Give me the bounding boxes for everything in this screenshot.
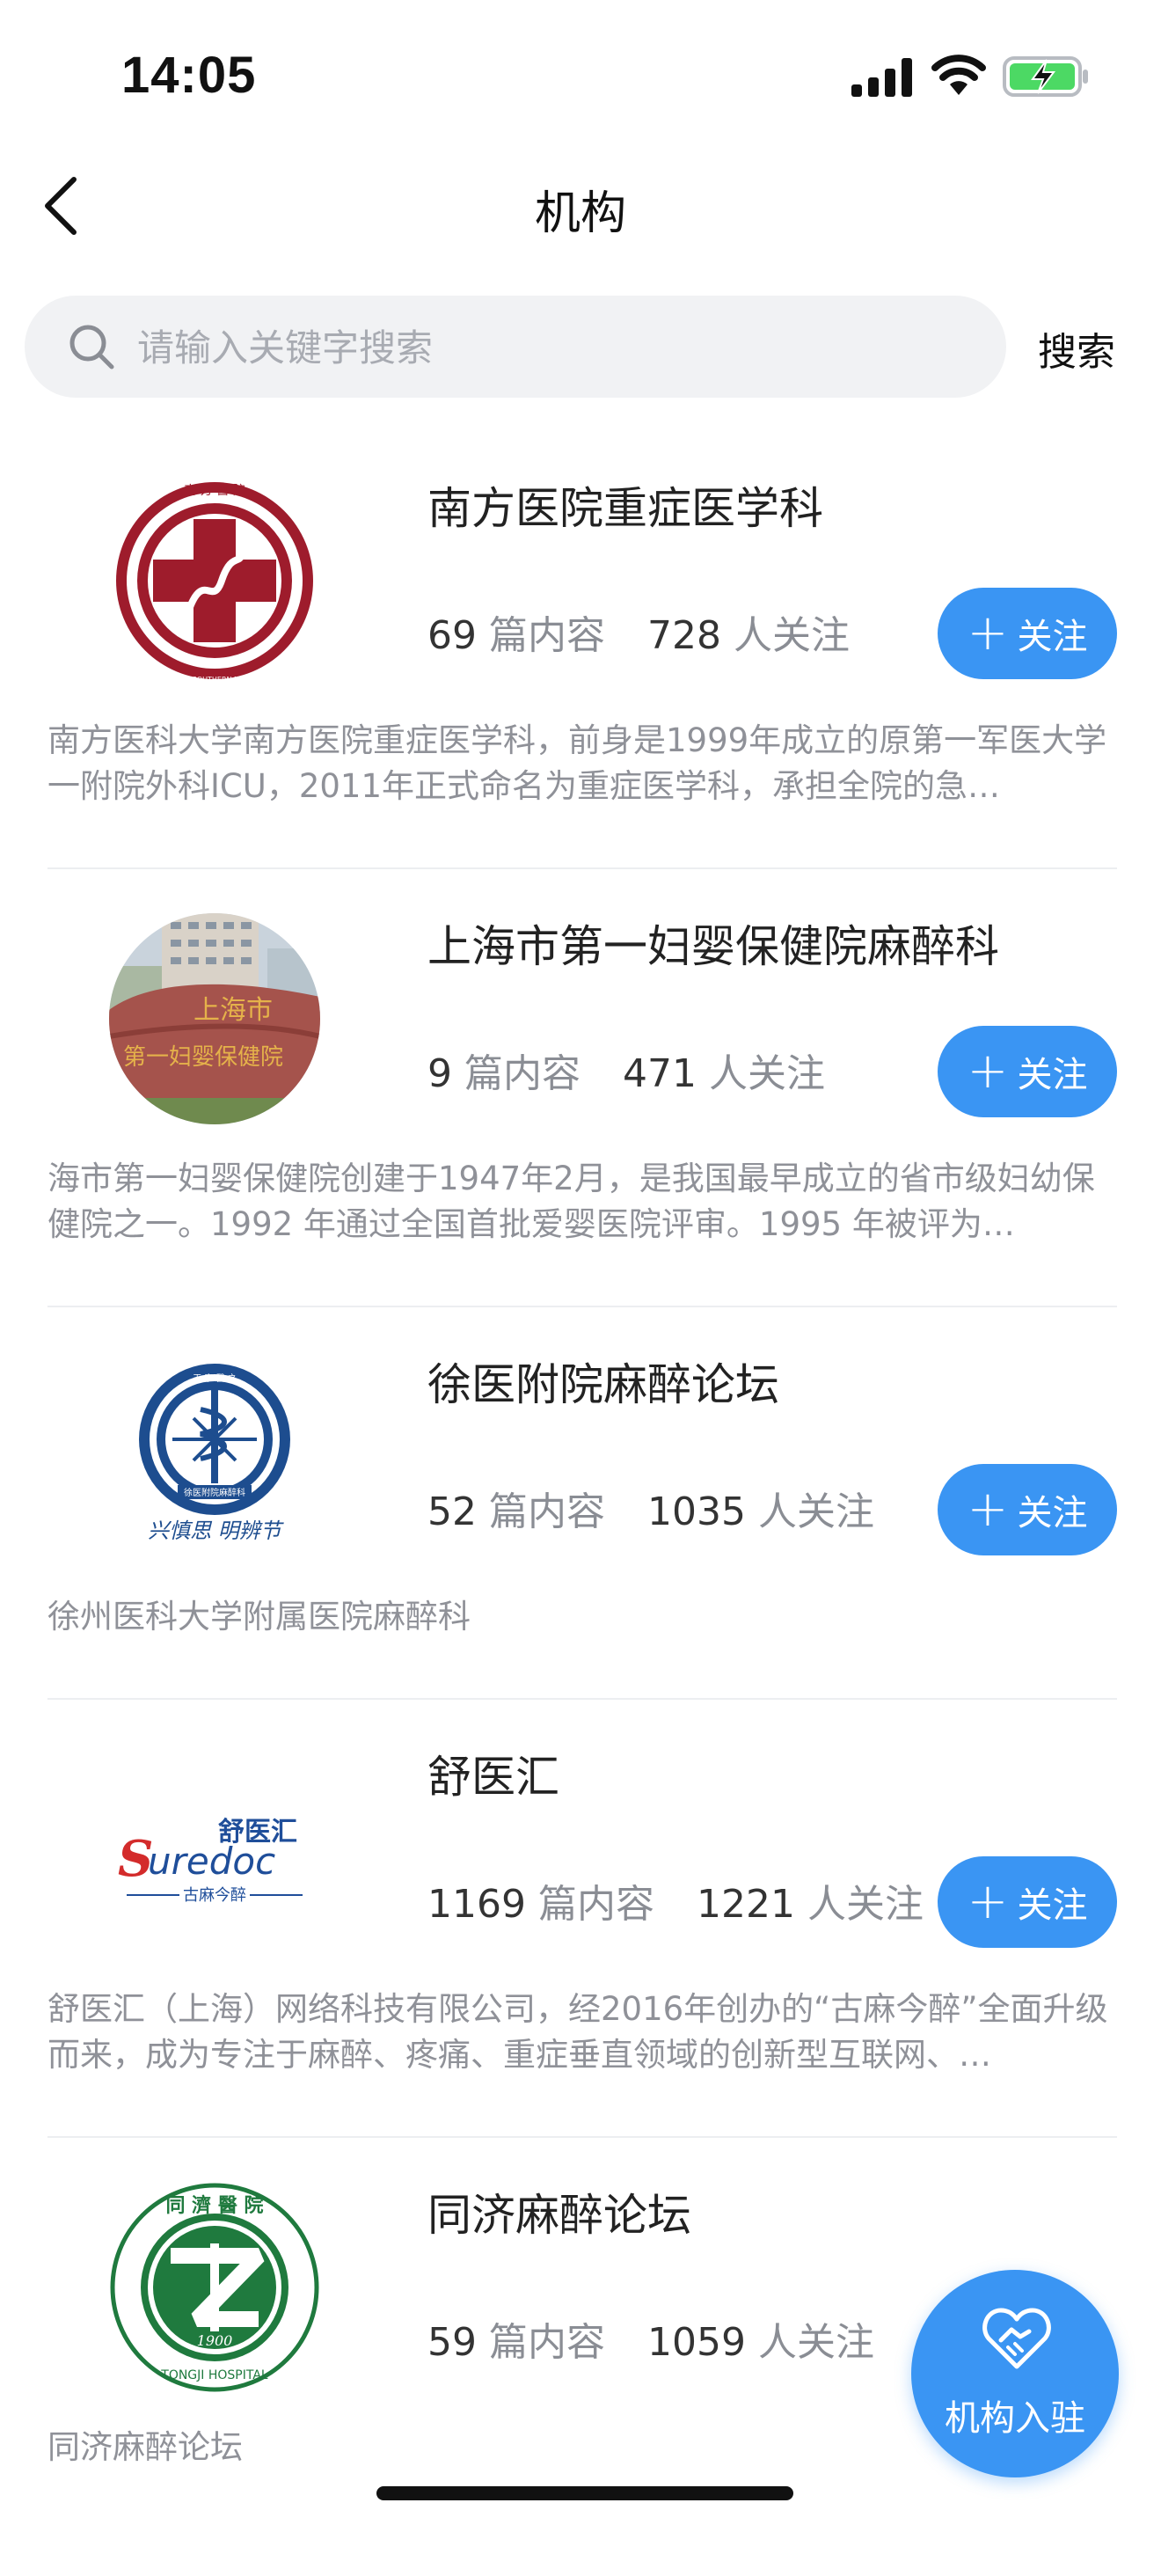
home-indicator bbox=[376, 2486, 793, 2500]
institution-name: 上海市第一妇婴保健院麻醉科 bbox=[427, 921, 999, 972]
followers-unit: 人关注 bbox=[708, 1051, 825, 1096]
followers-count: 1035 bbox=[647, 1489, 746, 1534]
institution-name: 同济麻醉论坛 bbox=[427, 2190, 691, 2241]
institution-item[interactable]: 上海市 第一妇婴保健院 上海市第一妇婴保健院麻醉科 9 篇内容 471 人关注 + 关注… bbox=[0, 869, 1161, 1307]
search-icon bbox=[69, 325, 114, 370]
svg-text:uredoc: uredoc bbox=[148, 1840, 275, 1883]
svg-text:兴慎思 明辨节: 兴慎思 明辨节 bbox=[148, 1519, 285, 1543]
follow-button[interactable]: + 关注 bbox=[938, 1026, 1117, 1117]
institution-description: 舒医汇（上海）网络科技有限公司，经2016年创办的“古麻今醉”全面升级而来，成为… bbox=[47, 1990, 1108, 2074]
institution-stats: 1169 篇内容 1221 人关注 bbox=[427, 1872, 924, 1928]
posts-unit: 篇内容 bbox=[489, 613, 605, 658]
institution-logo: 1900 同 濟 醫 院 TONGJI HOSPITAL bbox=[109, 2182, 320, 2393]
posts-unit: 篇内容 bbox=[489, 1489, 605, 1534]
plus-icon: + bbox=[967, 1481, 1009, 1538]
institution-description: 徐州医科大学附属医院麻醉科 bbox=[47, 1598, 471, 1636]
svg-text:TONGJI HOSPITAL: TONGJI HOSPITAL bbox=[160, 2368, 268, 2382]
tongji-hospital-logo: 1900 同 濟 醫 院 TONGJI HOSPITAL bbox=[110, 2183, 319, 2392]
svg-text:古麻今醉: 古麻今醉 bbox=[183, 1886, 246, 1905]
followers-unit: 人关注 bbox=[757, 1489, 874, 1534]
institution-stats: 52 篇内容 1035 人关注 bbox=[427, 1480, 874, 1536]
red-cross-hospital-logo: 南 方 醫 院 NANFANG HOSPITAL SOUTHERN MEDICA… bbox=[116, 482, 313, 684]
plus-icon: + bbox=[967, 604, 1009, 662]
institution-logo: 舒医汇 S uredoc 古麻今醉 bbox=[109, 1744, 320, 1955]
institution-description: 南方医科大学南方医院重症医学科，前身是1999年成立的原第一军医大学一附院外科I… bbox=[47, 721, 1107, 805]
posts-count: 52 bbox=[427, 1489, 477, 1534]
followers-count: 1059 bbox=[647, 2320, 746, 2365]
posts-count: 9 bbox=[427, 1051, 452, 1096]
follow-label: 关注 bbox=[1017, 1055, 1088, 1095]
follow-button[interactable]: + 关注 bbox=[938, 1856, 1117, 1948]
medical-emblem-logo: 王 字 醫 之 徐医附院麻醉科 兴慎思 明辨节 bbox=[109, 1351, 320, 1562]
posts-unit: 篇内容 bbox=[489, 2320, 605, 2365]
svg-text:1900: 1900 bbox=[197, 2332, 233, 2349]
institution-item[interactable]: 王 字 醫 之 徐医附院麻醉科 兴慎思 明辨节 徐医附院麻醉论坛 52 篇内容 10… bbox=[0, 1307, 1161, 1700]
institution-stats: 69 篇内容 728 人关注 bbox=[427, 604, 850, 660]
posts-unit: 篇内容 bbox=[537, 1882, 654, 1927]
followers-unit: 人关注 bbox=[733, 613, 850, 658]
posts-count: 69 bbox=[427, 613, 477, 658]
cellular-signal-icon bbox=[851, 58, 912, 97]
join-institution-button[interactable]: 机构入驻 bbox=[911, 2270, 1119, 2477]
battery-charging-icon bbox=[1003, 56, 1088, 97]
page-title: 机构 bbox=[534, 187, 626, 240]
posts-count: 59 bbox=[427, 2320, 477, 2365]
followers-unit: 人关注 bbox=[757, 2320, 874, 2365]
institution-item[interactable]: 舒医汇 S uredoc 古麻今醉 舒医汇 1169 篇内容 1221 人关注 + 关注… bbox=[0, 1700, 1161, 2138]
search-button[interactable]: 搜索 bbox=[1038, 320, 1115, 377]
plus-icon: + bbox=[967, 1873, 1009, 1930]
institution-logo: 南 方 醫 院 NANFANG HOSPITAL SOUTHERN MEDICA… bbox=[109, 475, 320, 686]
institution-item[interactable]: 南 方 醫 院 NANFANG HOSPITAL SOUTHERN MEDICA… bbox=[0, 431, 1161, 869]
institution-stats: 59 篇内容 1059 人关注 bbox=[427, 2310, 874, 2367]
hospital-stone-photo: 上海市 第一妇婴保健院 bbox=[109, 913, 320, 1124]
follow-label: 关注 bbox=[1017, 1493, 1088, 1533]
search-bar[interactable] bbox=[25, 296, 1006, 398]
followers-count: 471 bbox=[623, 1051, 697, 1096]
institution-logo: 王 字 醫 之 徐医附院麻醉科 兴慎思 明辨节 bbox=[109, 1351, 320, 1562]
follow-button[interactable]: + 关注 bbox=[938, 1464, 1117, 1555]
institution-list: 南 方 醫 院 NANFANG HOSPITAL SOUTHERN MEDICA… bbox=[0, 431, 1161, 2576]
follow-label: 关注 bbox=[1017, 1885, 1088, 1926]
institution-name: 徐医附院麻醉论坛 bbox=[427, 1359, 779, 1410]
svg-text:上海市: 上海市 bbox=[194, 995, 273, 1026]
posts-unit: 篇内容 bbox=[464, 1051, 580, 1096]
search-input[interactable] bbox=[135, 315, 966, 380]
followers-unit: 人关注 bbox=[807, 1882, 924, 1927]
followers-count: 1221 bbox=[696, 1882, 795, 1927]
svg-text:王 字 醫 之: 王 字 醫 之 bbox=[193, 1372, 237, 1384]
follow-label: 关注 bbox=[1017, 617, 1088, 657]
svg-text:徐医附院麻醉科: 徐医附院麻醉科 bbox=[184, 1487, 245, 1498]
svg-text:NANFANG HOSPITAL SOUTHERN MEDI: NANFANG HOSPITAL SOUTHERN MEDICAL UNIVER… bbox=[120, 676, 310, 684]
nav-bar: 机构 bbox=[0, 150, 1161, 264]
institution-name: 南方医院重症医学科 bbox=[427, 483, 823, 534]
plus-icon: + bbox=[967, 1043, 1009, 1100]
join-institution-label: 机构入驻 bbox=[945, 2398, 1085, 2439]
follow-button[interactable]: + 关注 bbox=[938, 588, 1117, 679]
svg-text:南 方 醫 院: 南 方 醫 院 bbox=[184, 484, 245, 498]
status-bar: 14:05 bbox=[0, 0, 1161, 141]
handshake-heart-icon bbox=[982, 2308, 1051, 2369]
status-time: 14:05 bbox=[121, 47, 257, 104]
suredoc-logo: 舒医汇 S uredoc 古麻今醉 bbox=[109, 1744, 320, 1955]
svg-text:第一妇婴保健院: 第一妇婴保健院 bbox=[123, 1044, 283, 1071]
institution-logo: 上海市 第一妇婴保健院 bbox=[109, 913, 320, 1124]
followers-count: 728 bbox=[647, 613, 721, 658]
wifi-icon bbox=[931, 55, 986, 95]
institution-stats: 9 篇内容 471 人关注 bbox=[427, 1042, 825, 1098]
posts-count: 1169 bbox=[427, 1882, 526, 1927]
svg-text:同 濟 醫 院: 同 濟 醫 院 bbox=[166, 2194, 264, 2217]
institution-name: 舒医汇 bbox=[427, 1752, 559, 1803]
institution-description: 海市第一妇婴保健院创建于1947年2月，是我国最早成立的省市级妇幼保健院之一。1… bbox=[47, 1160, 1095, 1243]
